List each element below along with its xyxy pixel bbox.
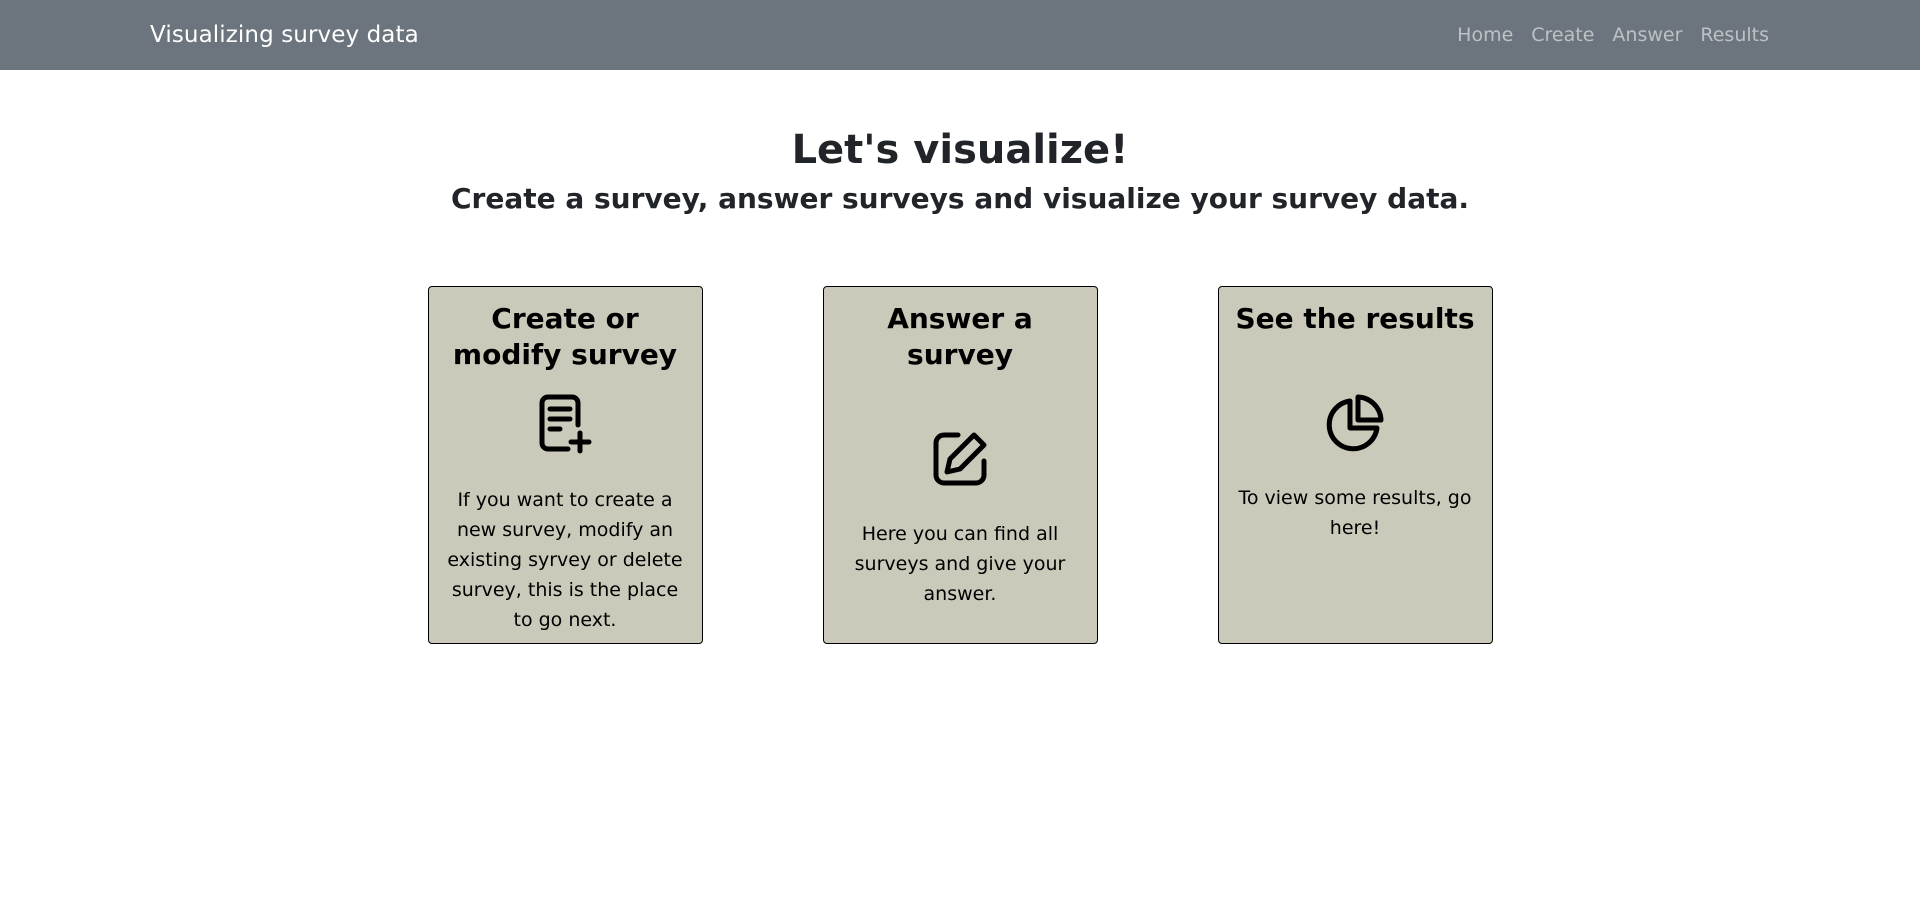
card-title: See the results — [1235, 301, 1475, 335]
card-text: To view some results, go here! — [1238, 486, 1472, 539]
card-text: Here you can find all surveys and give y… — [854, 522, 1066, 605]
page-subtitle: Create a survey, answer surveys and visu… — [450, 182, 1470, 215]
navbar-brand[interactable]: Visualizing survey data — [150, 22, 419, 48]
card-see-results[interactable]: See the results To view some results, go… — [1217, 285, 1493, 644]
card-row: Create or modify survey If you want to c… — [0, 285, 1920, 644]
card-create-survey[interactable]: Create or modify survey If you want to c… — [427, 285, 703, 644]
nav-links: Home Create Answer Results — [1448, 24, 1769, 46]
document-plus-icon — [539, 394, 592, 454]
page-title: Let's visualize! — [791, 127, 1129, 173]
hero: Let's visualize! Create a survey, answer… — [0, 128, 1920, 216]
card-title: Answer a survey — [887, 301, 1033, 371]
navbar: Visualizing survey data Home Create Answ… — [0, 0, 1920, 70]
nav-link-home[interactable]: Home — [1448, 24, 1522, 46]
nav-link-create[interactable]: Create — [1522, 24, 1603, 46]
nav-link-answer[interactable]: Answer — [1603, 24, 1691, 46]
nav-link-results[interactable]: Results — [1691, 24, 1769, 46]
pencil-square-icon — [933, 432, 987, 486]
card-text: If you want to create a new survey, modi… — [447, 488, 683, 631]
card-title: Create or modify survey — [452, 301, 678, 371]
card-answer-survey[interactable]: Answer a survey Here you can find all su… — [822, 285, 1098, 644]
pie-chart-icon — [1326, 394, 1384, 451]
